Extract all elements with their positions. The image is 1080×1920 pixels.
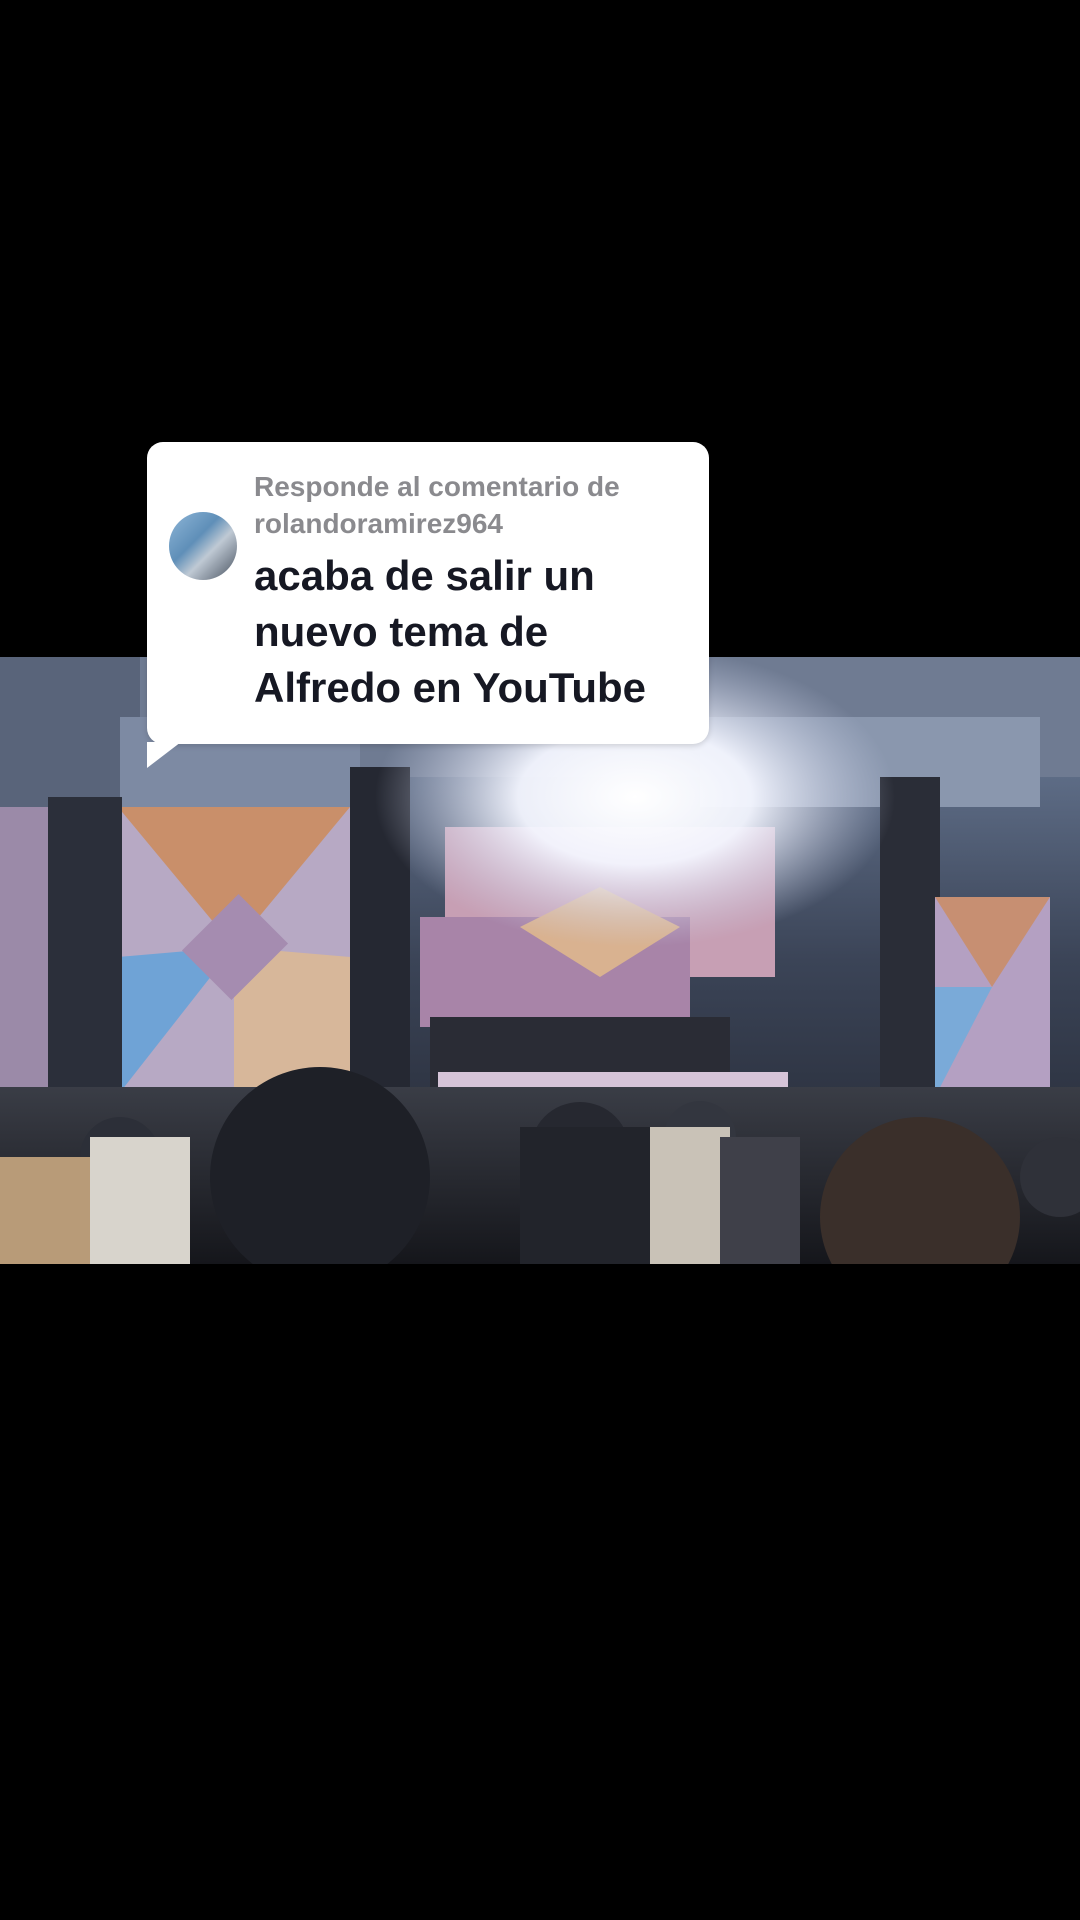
sticker-tail	[147, 742, 181, 768]
comment-text: acaba de salir un nuevo tema de Alfredo …	[254, 548, 694, 716]
comment-username: rolandoramirez964	[254, 508, 503, 539]
reply-header: Responde al comentario de rolandoramirez…	[254, 468, 684, 542]
video-screen[interactable]: Responde al comentario de rolandoramirez…	[0, 0, 1080, 1920]
comment-line: Alfredo en YouTube	[254, 664, 647, 711]
user-avatar-icon[interactable]	[169, 512, 237, 580]
reply-to-comment-sticker[interactable]: Responde al comentario de rolandoramirez…	[147, 442, 709, 768]
reply-label: Responde al comentario de	[254, 471, 620, 502]
comment-line: nuevo tema de	[254, 608, 549, 655]
comment-line: acaba de salir un	[254, 552, 595, 599]
